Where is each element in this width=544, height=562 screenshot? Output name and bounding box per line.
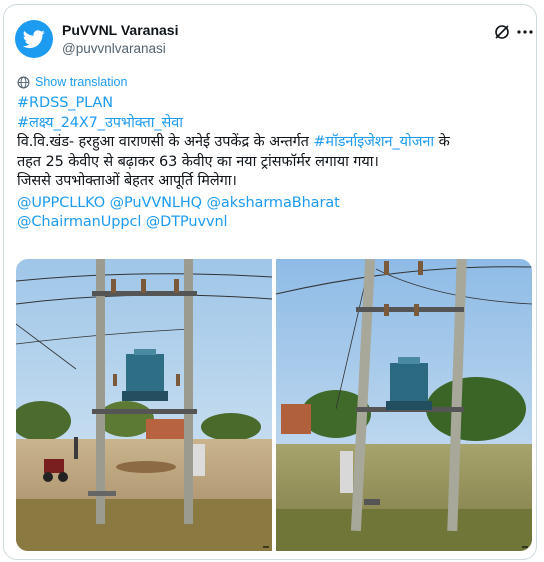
mention-aksharmabharat[interactable]: @aksharmaBharat [207,195,340,211]
tweet-photo-2[interactable] [276,259,532,551]
tweet-photo-1[interactable] [16,259,272,551]
photo-2-caption-badge [522,546,528,548]
grok-slash-icon[interactable] [492,22,512,42]
show-translation-link[interactable]: Show translation [17,75,127,89]
avatar[interactable] [15,20,53,58]
mention-puvvnlhq[interactable]: @PuVVNLHQ [110,195,202,211]
hashtag-modernization[interactable]: #मॉडर्नाइजेशन_योजना [313,134,434,150]
tweet-line2-text: तहत 25 केवीए से बढ़ाकर 63 केवीए का नया ट… [17,153,379,170]
twitter-bird-icon [23,30,45,49]
author-name[interactable]: PuVVNL Varanasi [62,22,178,38]
mention-uppcllko[interactable]: @UPPCLLKO [17,195,105,211]
tweet-text: #RDSS_PLAN #लक्ष्य_24X7_उपभोक्ता_सेवा वि… [17,94,522,233]
author-handle[interactable]: @puvvnlvaranasi [62,41,166,56]
mention-dtpuvvnl[interactable]: @DTPuvvnl [146,214,228,230]
tweet-line1-suffix: के [434,134,450,150]
more-dots-icon[interactable] [515,22,535,42]
hashtag-lakshya[interactable]: #लक्ष्य_24X7_उपभोक्ता_सेवा [17,115,183,131]
mention-chairmanuppcl[interactable]: @ChairmanUppcl [17,214,141,230]
hashtag-rdss[interactable]: #RDSS_PLAN [17,95,113,111]
globe-icon [17,76,30,88]
tweet-line1-text: वि.वि.खंड- हरहुआ वाराणसी के अनेई उपकेंद्… [17,134,309,150]
tweet-line3-text: जिससे उपभोक्ताओं बेहतर आपूर्ति मिलेगा। [17,173,237,189]
show-translation-label: Show translation [35,75,128,89]
photo-1-caption-badge [263,546,269,548]
